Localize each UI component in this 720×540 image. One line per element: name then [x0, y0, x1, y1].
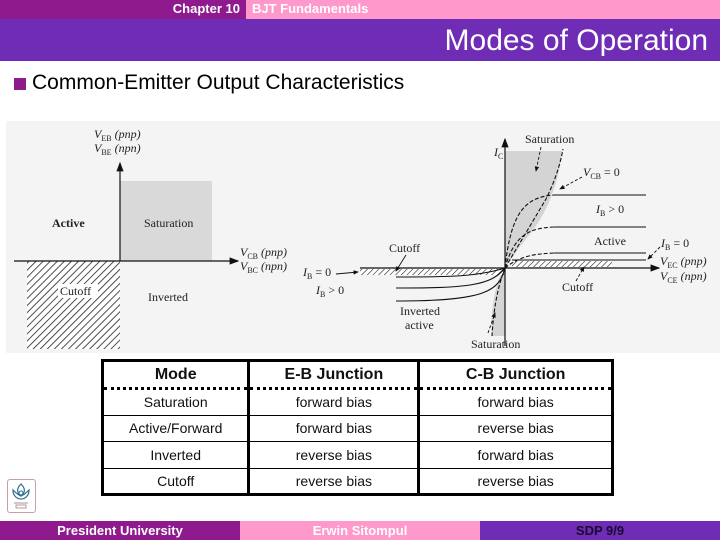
header-top-bar: Chapter 10 BJT Fundamentals	[0, 0, 720, 19]
table-row: Saturation forward bias forward bias	[103, 388, 613, 415]
table-row: Inverted reverse bias forward bias	[102, 441, 613, 468]
saturation-region-top	[505, 151, 562, 268]
footer-page-number: SDP 9/9	[575, 523, 625, 538]
square-bullet-icon	[14, 77, 26, 90]
footer-page-block: SDP 9/9	[480, 521, 720, 540]
footer-author: Erwin Sitompul	[312, 523, 408, 538]
label-active-right: Active	[594, 234, 626, 248]
cell-cb: reverse bias	[418, 414, 613, 442]
university-logo-icon	[7, 479, 36, 513]
label-cutoff-left: Cutoff	[389, 241, 420, 255]
table-header-row: Mode E-B Junction C-B Junction	[102, 360, 613, 390]
cell-mode: Active/Forward	[102, 414, 249, 442]
label-ib-positive-left: IB > 0	[315, 283, 344, 299]
right-x-label-pnp: VEC (pnp)	[660, 254, 707, 270]
figure-svg: VEB (pnp) VBE (npn) VCB (pnp) VBC (npn) Acti…	[14, 127, 707, 351]
right-x-label-npn: VCE (npn)	[660, 269, 707, 285]
bullet-text: Common-Emitter Output Characteristics	[32, 71, 405, 94]
cutoff-strip-right	[512, 261, 612, 267]
topic-label: BJT Fundamentals	[252, 1, 369, 16]
left-y-label-npn: VBE (npn)	[94, 141, 141, 157]
cell-eb: forward bias	[247, 388, 421, 415]
region-label-cutoff: Cutoff	[60, 284, 91, 298]
cell-mode: Saturation	[143, 394, 208, 411]
region-label-inverted: Inverted	[148, 290, 188, 304]
header-mode: Mode	[102, 360, 249, 390]
cell-cb: reverse bias	[418, 467, 613, 495]
region-label-active: Active	[52, 216, 85, 230]
right-y-label: IC	[493, 145, 503, 161]
label-ib-zero-right: IB = 0	[660, 236, 689, 252]
modes-table: Mode E-B Junction C-B Junction Saturatio…	[101, 359, 614, 496]
cell-cb: forward bias	[477, 394, 554, 411]
cell-eb: reverse bias	[247, 467, 421, 495]
label-saturation-bottom: Saturation	[471, 337, 520, 351]
cell-eb: reverse bias	[247, 441, 421, 468]
footer-institution: President University	[57, 523, 183, 538]
cell-cb: forward bias	[418, 441, 613, 468]
table-row: Cutoff reverse bias reverse bias	[102, 467, 613, 495]
footer-institution-block: President University	[0, 521, 240, 540]
left-region-diagram: VEB (pnp) VBE (npn) VCB (pnp) VBC (npn) Acti…	[14, 127, 287, 349]
header-eb-junction: E-B Junction	[247, 360, 421, 390]
header-cb-junction: C-B Junction	[418, 360, 613, 390]
label-cutoff-right: Cutoff	[562, 280, 593, 294]
label-ib-positive-right: IB > 0	[595, 202, 624, 218]
cell-eb: forward bias	[247, 414, 421, 442]
region-label-saturation: Saturation	[144, 216, 193, 230]
label-saturation-top: Saturation	[525, 132, 574, 146]
cell-mode: Inverted	[102, 441, 249, 468]
cell-mode: Cutoff	[102, 467, 249, 495]
cutoff-strip-left	[360, 269, 505, 275]
cutoff-region	[27, 261, 120, 349]
slide-title: Modes of Operation	[444, 24, 708, 57]
table-row: Active/Forward forward bias reverse bias	[102, 414, 613, 442]
footer-author-block: Erwin Sitompul	[240, 521, 480, 540]
chapter-block: Chapter 10	[0, 0, 246, 19]
left-x-label-npn: VBC (npn)	[240, 259, 287, 275]
bullet-item: Common-Emitter Output Characteristics	[14, 71, 405, 94]
label-inverted-active-2: active	[405, 318, 434, 332]
label-vcb-zero: VCB = 0	[583, 165, 620, 181]
characteristics-figure: VEB (pnp) VBE (npn) VCB (pnp) VBC (npn) Acti…	[6, 121, 720, 353]
chapter-label: Chapter 10	[172, 1, 240, 16]
label-inverted-active-1: Inverted	[400, 304, 440, 318]
label-ib-zero-left: IB = 0	[302, 265, 331, 281]
right-output-characteristics: Saturation IC VCB = 0 IB > 0 Active IB =…	[302, 132, 707, 351]
